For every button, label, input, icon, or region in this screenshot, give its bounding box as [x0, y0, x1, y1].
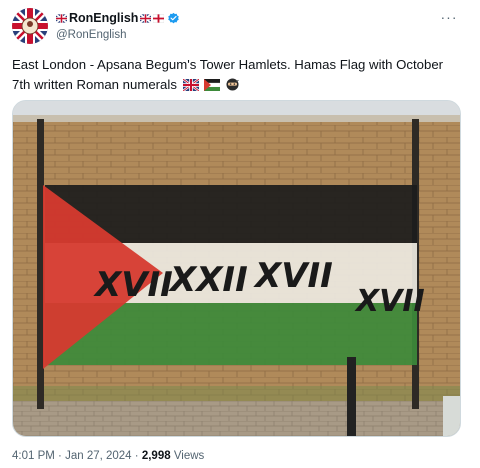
avatar[interactable] — [12, 8, 48, 44]
verified-badge-icon — [167, 12, 180, 25]
tweet-photo[interactable]: XVII XXII XVII XVII — [12, 100, 461, 437]
author-block: RonEnglish @RonEnglish — [56, 10, 180, 41]
tweet-date[interactable]: Jan 27, 2024 — [65, 450, 132, 462]
tweet-time[interactable]: 4:01 PM — [12, 450, 55, 462]
graffiti-text-1: XVII — [93, 265, 173, 305]
union-jack-flag-icon — [56, 13, 67, 23]
union-jack-flag-emoji — [182, 79, 199, 91]
display-name[interactable]: RonEnglish — [69, 11, 138, 25]
meta-separator: · — [58, 450, 62, 462]
graffiti-text-2: XXII — [168, 260, 248, 300]
graffiti-wall-photo: XVII XXII XVII XVII — [13, 101, 460, 436]
user-handle[interactable]: @RonEnglish — [56, 29, 180, 41]
st-george-flag-icon — [153, 13, 165, 23]
graffiti-text-4: XVII — [354, 284, 425, 319]
views-label: Views — [173, 450, 205, 462]
ninja-emoji — [226, 78, 239, 91]
more-options-icon[interactable]: ··· — [440, 9, 458, 25]
tweet-card: RonEnglish @RonEnglish ··· East London -… — [0, 0, 480, 468]
graffiti-text-3: XVII — [253, 256, 333, 296]
meta-separator: · — [134, 450, 139, 462]
palestine-flag-emoji — [204, 79, 221, 91]
tweet-meta: 4:01 PM · Jan 27, 2024 · 2,998 Views — [12, 450, 204, 462]
views-count[interactable]: 2,998 — [142, 450, 171, 462]
union-jack-flag-icon — [140, 13, 152, 23]
tweet-text: East London - Apsana Begum's Tower Hamle… — [12, 55, 452, 95]
union-jack-avatar-icon — [12, 8, 48, 44]
display-name-row[interactable]: RonEnglish — [56, 10, 180, 26]
